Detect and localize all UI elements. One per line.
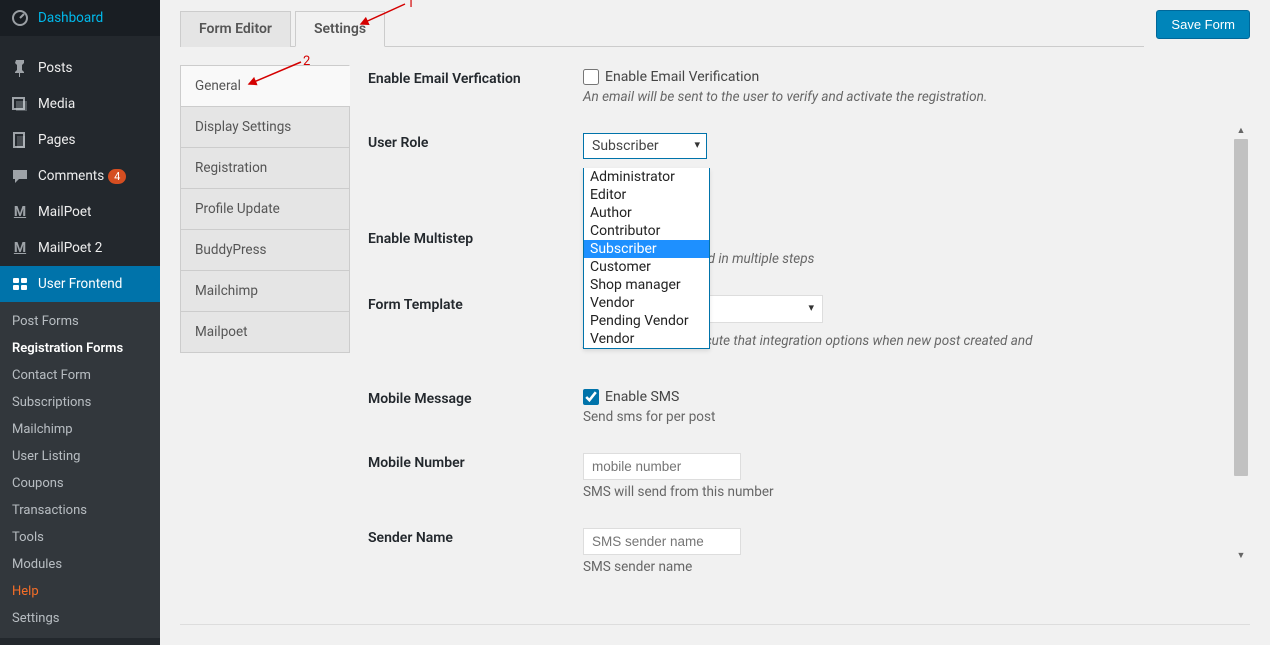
sidebar-item-dashboard[interactable]: Dashboard [0, 0, 160, 36]
sidebar-item-label: Media [38, 96, 75, 112]
pages-icon [10, 130, 30, 150]
sidebar-item-comments[interactable]: Comments 4 [0, 158, 160, 194]
sidebar-item-label: Comments [38, 168, 104, 184]
field-label-mobile-message: Mobile Message [368, 389, 583, 407]
submenu-item-tools[interactable]: Tools [0, 524, 160, 551]
scroll-down-icon[interactable]: ▼ [1234, 550, 1248, 564]
submenu-item-settings[interactable]: Settings [0, 605, 160, 632]
sidebar-item-label: Pages [38, 132, 76, 148]
settings-side-tabs: GeneralDisplay SettingsRegistrationProfi… [180, 65, 350, 624]
desc-sender-name: SMS sender name [583, 559, 1232, 575]
scrollbar-vertical[interactable]: ▲ ▼ [1234, 125, 1248, 564]
top-tabs: Form EditorSettings [180, 10, 1144, 47]
content-area: Form EditorSettings Save Form GeneralDis… [160, 0, 1270, 645]
submenu-item-contact-form[interactable]: Contact Form [0, 362, 160, 389]
sidebar-submenu: Post FormsRegistration FormsContact Form… [0, 302, 160, 638]
mailpoet-icon: M [10, 238, 30, 258]
field-label-multistep: Enable Multistep [368, 229, 583, 247]
submenu-item-user-listing[interactable]: User Listing [0, 443, 160, 470]
media-icon [10, 94, 30, 114]
sidebar-item-label: Dashboard [38, 10, 103, 26]
option-author[interactable]: Author [584, 204, 709, 222]
dropdown-user-role[interactable]: AdministratorEditorAuthorContributorSubs… [583, 168, 710, 349]
option-subscriber[interactable]: Subscriber [584, 240, 709, 258]
field-label-user-role: User Role [368, 133, 583, 151]
mailpoet-icon: M [10, 202, 30, 222]
settings-form: Enable Email Verfication Enable Email Ve… [350, 65, 1250, 624]
scrollbar-thumb[interactable] [1234, 139, 1248, 476]
option-customer[interactable]: Customer [584, 258, 709, 276]
userfrontend-icon [10, 274, 30, 294]
input-mobile-number[interactable] [583, 453, 741, 480]
submenu-item-modules[interactable]: Modules [0, 551, 160, 578]
sidebar-item-label: Posts [38, 60, 72, 76]
comment-icon [10, 166, 30, 186]
sidebar-item-label: MailPoet [38, 204, 91, 220]
option-editor[interactable]: Editor [584, 186, 709, 204]
tab-form-editor[interactable]: Form Editor [180, 11, 291, 47]
desc-email-verification: An email will be sent to the user to ver… [583, 89, 1232, 105]
desc-mobile-message: Send sms for per post [583, 409, 1232, 425]
checkbox-label-enable-sms: Enable SMS [605, 389, 679, 405]
tab-settings[interactable]: Settings [295, 11, 385, 47]
dashboard-icon [10, 8, 30, 28]
option-vendor[interactable]: Vendor [584, 330, 709, 348]
admin-sidebar: Dashboard Posts Media Pages Comments 4 M MailPo… [0, 0, 160, 645]
sidebar-item-pages[interactable]: Pages [0, 122, 160, 158]
submenu-item-mailchimp[interactable]: Mailchimp [0, 416, 160, 443]
desc-mobile-number: SMS will send from this number [583, 484, 1232, 500]
pin-icon [10, 58, 30, 78]
sidebar-item-label: User Frontend [38, 276, 122, 292]
option-shop-manager[interactable]: Shop manager [584, 276, 709, 294]
side-tab-profile-update[interactable]: Profile Update [180, 188, 350, 229]
checkbox-label-email-verification: Enable Email Verification [605, 69, 759, 85]
submenu-item-subscriptions[interactable]: Subscriptions [0, 389, 160, 416]
option-administrator[interactable]: Administrator [584, 168, 709, 186]
side-tab-general[interactable]: General [180, 65, 350, 106]
option-contributor[interactable]: Contributor [584, 222, 709, 240]
sidebar-item-mailpoet-2[interactable]: M MailPoet 2 [0, 230, 160, 266]
field-label-mobile-number: Mobile Number [368, 453, 583, 471]
input-sender-name[interactable] [583, 528, 741, 555]
submenu-item-help[interactable]: Help [0, 578, 160, 605]
sidebar-item-label: MailPoet 2 [38, 240, 102, 256]
field-label-form-template: Form Template [368, 295, 583, 313]
sidebar-item-posts[interactable]: Posts [0, 50, 160, 86]
side-tab-display-settings[interactable]: Display Settings [180, 106, 350, 147]
side-tab-registration[interactable]: Registration [180, 147, 350, 188]
side-tab-mailpoet[interactable]: Mailpoet [180, 311, 350, 353]
side-tab-buddypress[interactable]: BuddyPress [180, 229, 350, 270]
option-vendor[interactable]: Vendor [584, 294, 709, 312]
checkbox-email-verification[interactable] [583, 69, 599, 85]
submenu-item-registration-forms[interactable]: Registration Forms [0, 335, 160, 362]
submenu-item-coupons[interactable]: Coupons [0, 470, 160, 497]
select-user-role[interactable]: Subscriber [583, 133, 707, 159]
scroll-up-icon[interactable]: ▲ [1234, 125, 1248, 139]
submenu-item-transactions[interactable]: Transactions [0, 497, 160, 524]
sidebar-item-mailpoet[interactable]: M MailPoet [0, 194, 160, 230]
checkbox-enable-sms[interactable] [583, 389, 599, 405]
field-label-sender-name: Sender Name [368, 528, 583, 546]
save-form-button[interactable]: Save Form [1156, 10, 1250, 39]
badge: 4 [108, 169, 126, 184]
sidebar-item-user-frontend[interactable]: User Frontend [0, 266, 160, 302]
option-pending-vendor[interactable]: Pending Vendor [584, 312, 709, 330]
submenu-item-post-forms[interactable]: Post Forms [0, 308, 160, 335]
side-tab-mailchimp[interactable]: Mailchimp [180, 270, 350, 311]
sidebar-item-media[interactable]: Media [0, 86, 160, 122]
field-label-email-verification: Enable Email Verfication [368, 69, 583, 87]
